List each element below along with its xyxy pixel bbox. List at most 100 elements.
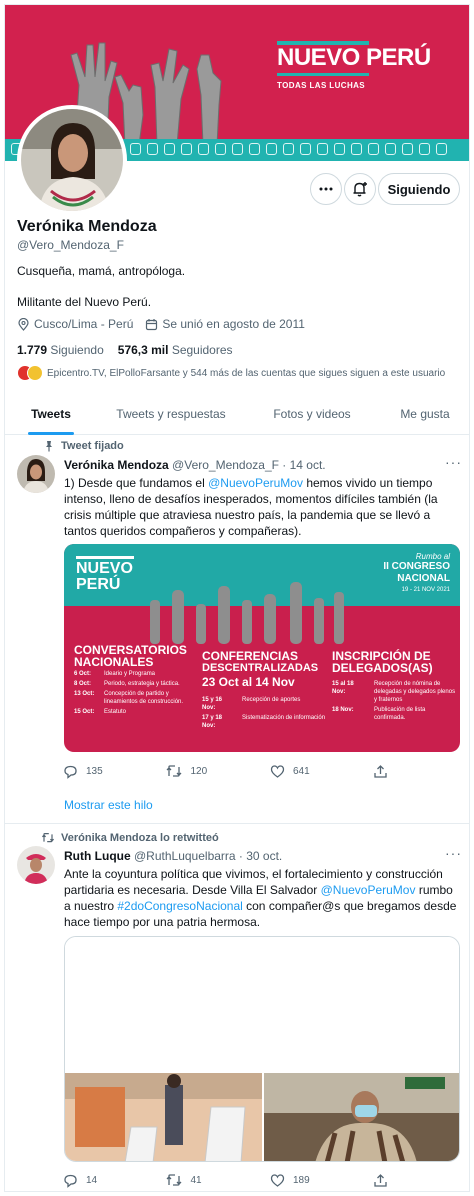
notifications-button[interactable] [344,173,376,205]
poster-row-date: 15 y 16 Nov: [202,697,223,711]
like-button[interactable]: 189 [270,1173,373,1188]
poster-row-date: 15 Oct: [74,709,95,715]
tweet-author-name[interactable]: Verónika Mendoza [64,458,169,472]
reply-count: 14 [86,1175,98,1186]
tweet-header: Ruth Luque @RuthLuquelbarra · 30 oct. [64,849,282,863]
poster-dates: 19 - 21 NOV 2021 [401,587,450,593]
poster-congreso1: II CONGRESO [383,561,450,572]
profile-location: Cusco/Lima - Perú [34,317,134,331]
show-thread-link[interactable]: Mostrar este hilo [64,798,153,812]
retweet-icon [167,1174,182,1186]
mention-link[interactable]: @NuevoPeruMov [208,476,303,490]
profile-handle: @Vero_Mendoza_F [17,238,124,252]
like-count: 641 [292,766,310,777]
share-button[interactable] [373,1173,403,1188]
poster-row-date: 13 Oct: [74,691,95,697]
tab-tweets[interactable]: Tweets [5,393,97,435]
location-pin-icon [18,317,29,331]
poster-row-date: 17 y 18 Nov: [202,715,223,729]
followed-avatars [17,365,43,381]
poster-row-text: Periodo, estrategia y táctica. [104,681,180,687]
following-label: Siguiendo [50,343,104,357]
nuevo-peru-logo: NUEVO PERÚ TODAS LAS LUCHAS [277,41,431,90]
pin-icon [46,441,52,452]
poster-row-text: Sistematización de información [242,715,326,721]
retweet-button[interactable]: 120 [166,764,269,779]
share-icon [374,765,388,778]
poster-row-date: 8 Oct: [74,681,92,687]
poster-col-title: NACIONALES [74,655,154,669]
poster-col-dates: 23 Oct al 14 Nov [202,675,295,689]
following-count: 1.779 [17,343,48,357]
reply-button[interactable]: 135 [63,764,166,779]
tab-photos-videos[interactable]: Fotos y videos [245,393,379,435]
poster-row-date: 6 Oct: [74,671,92,677]
poster-col-inscripcion: INSCRIPCIÓN DE DELEGADOS(AS) 15 al 18 No… [332,650,456,722]
tweet-author-avatar[interactable] [17,846,55,884]
tweet-author-avatar[interactable] [17,455,55,493]
poster-logo-word: NUEVO PERÚ [76,560,133,593]
following-link[interactable]: 1.779 Siguiendo [17,343,104,357]
tweet-author-name[interactable]: Ruth Luque [64,849,131,863]
poster-rumbo: Rumbo al [415,552,450,561]
tweet-text: 1) Desde que fundamos el @NuevoPeruMov h… [64,475,460,539]
tab-likes[interactable]: Me gusta [379,393,469,435]
tweet-handle-date[interactable]: @RuthLuquelbarra · 30 oct. [134,849,282,863]
reply-count: 135 [86,766,103,777]
follow-counts: 1.779 Siguiendo 576,3 mil Seguidores [17,343,233,357]
profile-page: NUEVO PERÚ TODAS LAS LUCHAS Siguiendo Ve… [4,4,470,1192]
poster-congress-title: Rumbo al II CONGRESO NACIONAL 19 - 21 NO… [383,552,450,593]
mention-link[interactable]: @NuevoPeruMov [321,883,416,897]
poster-hands-image [150,582,344,644]
like-button[interactable]: 641 [270,764,373,779]
followers-link[interactable]: 576,3 mil Seguidores [118,343,233,357]
followers-label: Seguidores [171,343,233,357]
tweet-more-button[interactable]: ··· [445,845,462,861]
following-button[interactable]: Siguiendo [378,173,460,205]
retweet-context[interactable]: Verónika Mendoza lo retwitteó [41,832,219,844]
tweet-image-poster[interactable]: NUEVO PERÚ Rumbo al II CONGRESO NACIONAL… [64,544,460,752]
poster-row-text: Concepción de partido y lineamientos de … [104,691,184,705]
like-count: 189 [292,1175,310,1186]
share-icon [374,1174,388,1187]
photo-right [264,1073,459,1161]
profile-avatar[interactable] [17,105,127,215]
tweet-header: Verónika Mendoza @Vero_Mendoza_F · 14 oc… [64,458,326,472]
poster-col-conferencias: CONFERENCIAS DESCENTRALIZADAS 23 Oct al … [202,650,326,730]
profile-meta: Cusco/Lima - Perú Se unió en agosto de 2… [17,317,305,331]
poster-col-title: DELEGADOS(AS) [332,661,433,675]
tweet-more-button[interactable]: ··· [445,454,462,470]
pinned-label: Tweet fijado [61,440,124,452]
reply-icon [64,765,77,779]
poster-row-date: 15 al 18 Nov: [332,681,354,695]
followers-you-know[interactable]: Epicentro.TV, ElPolloFarsante y 544 más … [17,365,445,381]
tweet-text: Ante la coyuntura política que vivimos, … [64,866,460,930]
logo-slogan: TODAS LAS LUCHAS [277,81,366,90]
avatar-photo [17,846,55,884]
more-options-button[interactable] [310,173,342,205]
tweet-text-part: 1) Desde que fundamos el [64,476,209,490]
profile-bio-line1: Cusqueña, mamá, antropóloga. [17,264,186,278]
avatar-photo [17,455,55,493]
poster-row-text: Recepción de aportes [242,697,301,703]
poster-row-text: Estatuto [104,709,127,715]
poster-row-date: 18 Nov: [332,707,354,713]
poster-row-text: Ideario y Programa [104,671,156,677]
tab-tweets-replies[interactable]: Tweets y respuestas [97,393,245,435]
share-button[interactable] [373,764,403,779]
tweet-handle-date[interactable]: @Vero_Mendoza_F · 14 oct. [172,458,326,472]
retweet-context-label: Verónika Mendoza lo retwitteó [61,832,219,844]
avatar-photo [21,109,123,211]
tweet-divider [5,823,469,824]
heart-icon [270,1174,285,1187]
profile-tabs: Tweets Tweets y respuestas Fotos y video… [5,393,469,435]
profile-name: Verónika Mendoza [17,218,157,235]
hashtag-link[interactable]: #2doCongresoNacional [117,899,242,913]
poster-row-text: Recepción de nómina de delegadas y deleg… [374,681,456,703]
poster-logo: NUEVO PERÚ [76,556,146,593]
heart-icon [270,765,285,778]
tweet-media[interactable] [64,936,460,1162]
retweet-button[interactable]: 41 [166,1173,269,1188]
poster-col-title: DESCENTRALIZADAS [202,662,319,674]
reply-button[interactable]: 14 [63,1173,166,1188]
